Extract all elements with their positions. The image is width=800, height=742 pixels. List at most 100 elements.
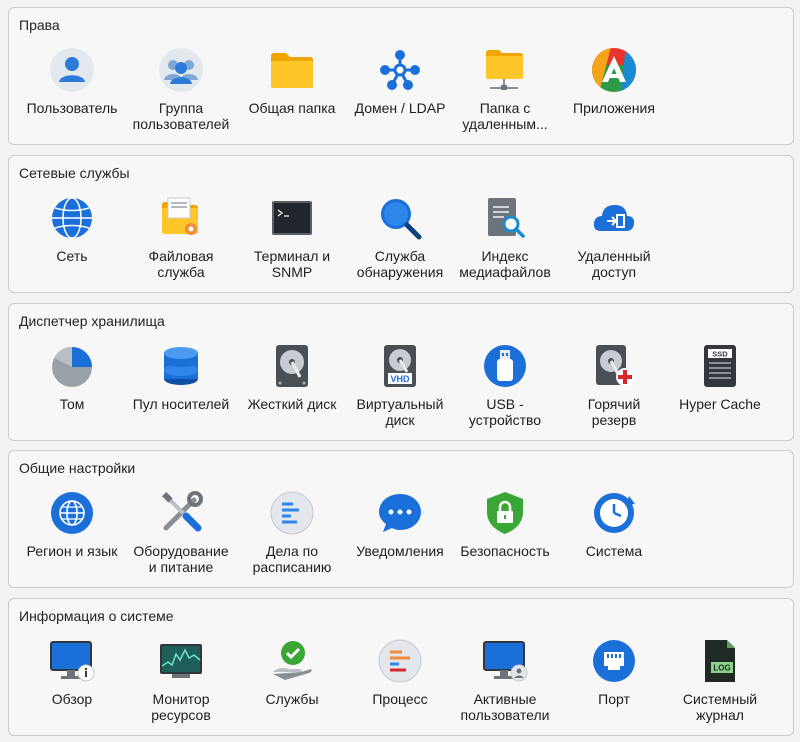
remote-folder-icon (481, 46, 529, 94)
control-panel-item[interactable]: Том (16, 342, 128, 412)
item-label: Файловая служба (148, 248, 214, 280)
control-panel-item[interactable]: Горячий резерв (558, 342, 670, 428)
control-panel-item[interactable]: Файловая служба (125, 194, 237, 280)
item-label: Группа пользователей (132, 100, 230, 132)
item-label: Домен / LDAP (354, 100, 446, 116)
region-globe-icon (48, 489, 96, 537)
item-label: Виртуальный диск (356, 396, 444, 428)
control-panel-item[interactable]: Уведомления (344, 489, 456, 559)
folder-icon (268, 46, 316, 94)
overview-monitor-icon (48, 637, 96, 685)
item-label: Папка с удаленным... (462, 100, 548, 132)
item-label: Служба обнаружения (356, 248, 444, 280)
item-label: Индекс медиафайлов (459, 248, 551, 280)
control-panel-item[interactable]: Пользователь (16, 46, 128, 116)
item-label: Регион и язык (26, 543, 118, 559)
vhd-icon: VHD (376, 342, 424, 390)
domain-ldap-icon (376, 46, 424, 94)
process-icon (376, 637, 424, 685)
control-panel-item[interactable]: Индекс медиафайлов (449, 194, 561, 280)
schedule-icon (268, 489, 316, 537)
item-label: Активные пользователи (460, 691, 550, 723)
control-panel-item[interactable]: Общая папка (236, 46, 348, 116)
svg-text:VHD: VHD (390, 374, 410, 384)
settings-section: Диспетчер хранилища Том Пул носителей Же… (8, 303, 794, 441)
settings-section: Права Пользователь Группа пользователей … (8, 7, 794, 145)
section-title: Информация о системе (19, 608, 174, 624)
control-panel-item[interactable]: Процесс (344, 637, 456, 707)
control-panel-item[interactable]: SSD Hyper Cache (664, 342, 776, 412)
control-panel-item[interactable]: Обзор (16, 637, 128, 707)
globe-icon (48, 194, 96, 242)
control-panel-item[interactable]: Домен / LDAP (344, 46, 456, 116)
item-label: Системный журнал (682, 691, 758, 723)
discovery-search-icon (376, 194, 424, 242)
control-panel-item[interactable]: USB - устройство (449, 342, 561, 428)
tools-icon (157, 489, 205, 537)
port-icon (590, 637, 638, 685)
control-panel: Права Пользователь Группа пользователей … (0, 0, 800, 742)
control-panel-item[interactable]: Система (558, 489, 670, 559)
item-label: Пользователь (26, 100, 118, 116)
notification-bubble-icon (376, 489, 424, 537)
volume-pie-icon (48, 342, 96, 390)
user-group-icon (157, 46, 205, 94)
item-label: Пул носителей (132, 396, 230, 412)
hot-spare-icon (590, 342, 638, 390)
control-panel-item[interactable]: Папка с удаленным... (449, 46, 561, 132)
item-label: Горячий резерв (587, 396, 641, 428)
control-panel-item[interactable]: Удаленный доступ (558, 194, 670, 280)
item-label: Система (585, 543, 643, 559)
item-label: Дела по расписанию (252, 543, 332, 575)
item-label: USB - устройство (468, 396, 542, 428)
usb-icon (481, 342, 529, 390)
file-service-icon (157, 194, 205, 242)
active-users-icon (481, 637, 529, 685)
item-label: Уведомления (356, 543, 444, 559)
item-label: Обзор (51, 691, 93, 707)
item-label: Жесткий диск (247, 396, 337, 412)
item-label: Том (59, 396, 85, 412)
control-panel-item[interactable]: Монитор ресурсов (125, 637, 237, 723)
section-title: Общие настройки (19, 460, 136, 476)
item-label: Монитор ресурсов (151, 691, 211, 723)
control-panel-item[interactable]: Оборудование и питание (125, 489, 237, 575)
item-label: Терминал и SNMP (253, 248, 331, 280)
control-panel-item[interactable]: Служба обнаружения (344, 194, 456, 280)
control-panel-item[interactable]: VHD Виртуальный диск (344, 342, 456, 428)
item-label: Сеть (56, 248, 88, 264)
system-log-icon: LOG (696, 637, 744, 685)
item-label: Службы (265, 691, 319, 707)
services-check-icon (268, 637, 316, 685)
control-panel-item[interactable]: Терминал и SNMP (236, 194, 348, 280)
section-title: Диспетчер хранилища (19, 313, 165, 329)
control-panel-item[interactable]: Сеть (16, 194, 128, 264)
ssd-cache-icon: SSD (696, 342, 744, 390)
settings-section: Общие настройки Регион и язык Оборудован… (8, 450, 794, 588)
media-index-icon (481, 194, 529, 242)
item-label: Процесс (372, 691, 428, 707)
control-panel-item[interactable]: Активные пользователи (449, 637, 561, 723)
control-panel-item[interactable]: Приложения (558, 46, 670, 116)
cloud-access-icon (590, 194, 638, 242)
control-panel-item[interactable]: Дела по расписанию (236, 489, 348, 575)
control-panel-item[interactable]: Пул носителей (125, 342, 237, 412)
control-panel-item[interactable]: Службы (236, 637, 348, 707)
item-label: Hyper Cache (679, 396, 761, 412)
hdd-icon (268, 342, 316, 390)
applications-icon (590, 46, 638, 94)
settings-section: Информация о системе Обзор Монитор ресур… (8, 598, 794, 736)
control-panel-item[interactable]: Порт (558, 637, 670, 707)
item-label: Оборудование и питание (133, 543, 229, 575)
terminal-icon (268, 194, 316, 242)
control-panel-item[interactable]: Регион и язык (16, 489, 128, 559)
item-label: Безопасность (460, 543, 550, 559)
item-label: Приложения (573, 100, 655, 116)
svg-text:SSD: SSD (712, 350, 728, 359)
control-panel-item[interactable]: Жесткий диск (236, 342, 348, 412)
control-panel-item[interactable]: Безопасность (449, 489, 561, 559)
control-panel-item[interactable]: LOG Системный журнал (664, 637, 776, 723)
security-shield-icon (481, 489, 529, 537)
control-panel-item[interactable]: Группа пользователей (125, 46, 237, 132)
system-clock-icon (590, 489, 638, 537)
